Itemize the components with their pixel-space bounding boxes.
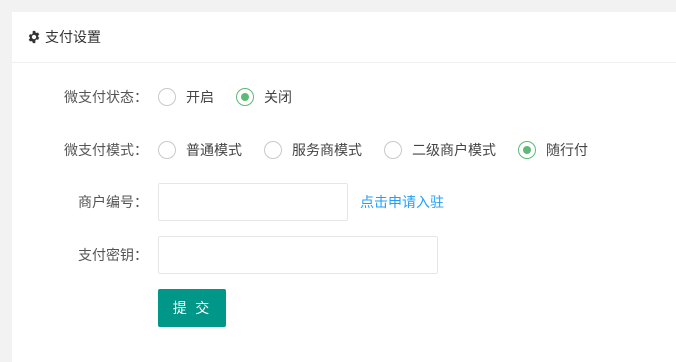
mode-option-service-provider[interactable]: 服务商模式 bbox=[264, 140, 362, 160]
secret-label: 支付密钥： bbox=[78, 248, 148, 264]
mode-option-sub-merchant-label: 二级商户模式 bbox=[412, 143, 496, 159]
secret-key-input[interactable] bbox=[158, 236, 438, 274]
submit-button[interactable]: 提 交 bbox=[158, 289, 226, 327]
merchant-controls: 点击申请入驻 bbox=[158, 183, 444, 221]
mode-option-sub-merchant[interactable]: 二级商户模式 bbox=[384, 140, 496, 160]
radio-unchecked-icon[interactable] bbox=[158, 88, 176, 106]
radio-unchecked-icon[interactable] bbox=[264, 141, 282, 159]
secret-row: 支付密钥： bbox=[12, 235, 676, 275]
status-row: 微支付状态： 开启 关闭 bbox=[12, 77, 676, 117]
mode-row: 微支付模式： 普通模式 服务商模式 二级商户模式 随行付 bbox=[12, 130, 676, 170]
payment-settings-panel: 支付设置 微支付状态： 开启 关闭 微支付模式： 普通模式 服务商模式 二级商户… bbox=[12, 12, 676, 362]
mode-option-normal[interactable]: 普通模式 bbox=[158, 140, 242, 160]
status-option-open[interactable]: 开启 bbox=[158, 87, 214, 107]
page: 支付设置 微支付状态： 开启 关闭 微支付模式： 普通模式 服务商模式 二级商户… bbox=[0, 0, 676, 362]
panel-title-text: 支付设置 bbox=[45, 30, 101, 46]
gear-icon bbox=[28, 30, 40, 44]
radio-unchecked-icon[interactable] bbox=[384, 141, 402, 159]
merchant-number-input[interactable] bbox=[158, 183, 348, 221]
status-radio-group: 开启 关闭 bbox=[158, 87, 314, 107]
panel-title: 支付设置 bbox=[27, 26, 101, 48]
panel-header: 支付设置 bbox=[12, 12, 676, 63]
submit-controls: 提 交 bbox=[158, 289, 226, 327]
submit-row: 提 交 bbox=[12, 288, 676, 328]
radio-unchecked-icon[interactable] bbox=[158, 141, 176, 159]
status-option-open-label: 开启 bbox=[186, 90, 214, 106]
mode-label: 微支付模式： bbox=[64, 143, 148, 159]
radio-checked-icon[interactable] bbox=[236, 88, 254, 106]
radio-checked-icon[interactable] bbox=[518, 141, 536, 159]
secret-controls bbox=[158, 236, 438, 274]
mode-option-normal-label: 普通模式 bbox=[186, 143, 242, 159]
status-label: 微支付状态： bbox=[64, 90, 148, 106]
mode-option-suixingfu-label: 随行付 bbox=[546, 143, 588, 159]
apply-join-link[interactable]: 点击申请入驻 bbox=[360, 192, 444, 212]
status-option-closed[interactable]: 关闭 bbox=[236, 87, 292, 107]
mode-option-suixingfu[interactable]: 随行付 bbox=[518, 140, 588, 160]
mode-option-service-provider-label: 服务商模式 bbox=[292, 143, 362, 159]
mode-radio-group: 普通模式 服务商模式 二级商户模式 随行付 bbox=[158, 140, 610, 160]
merchant-label: 商户编号： bbox=[78, 195, 148, 211]
merchant-row: 商户编号： 点击申请入驻 bbox=[12, 182, 676, 222]
status-option-closed-label: 关闭 bbox=[264, 90, 292, 106]
